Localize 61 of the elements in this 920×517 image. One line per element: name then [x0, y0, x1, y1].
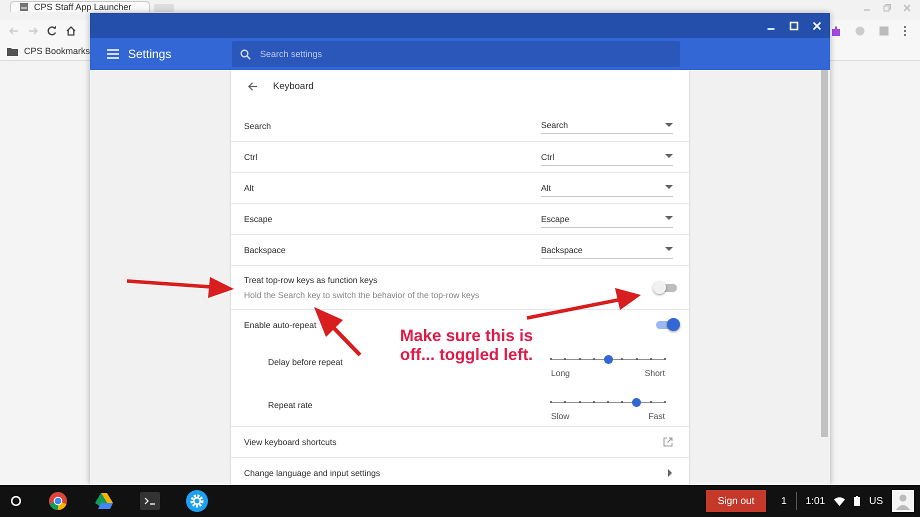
- caret-icon: [665, 216, 673, 221]
- setting-label: Repeat rate: [268, 400, 312, 410]
- reload-icon[interactable]: [46, 25, 58, 37]
- clock[interactable]: 1:01: [806, 496, 826, 506]
- terminal-icon[interactable]: [140, 492, 160, 510]
- setting-label: Search: [244, 120, 271, 130]
- external-link-icon: [663, 437, 673, 447]
- search-field[interactable]: Search settings: [232, 41, 680, 67]
- toggle-switch[interactable]: [656, 284, 677, 292]
- toggle-switch[interactable]: [656, 321, 677, 329]
- slider[interactable]: [551, 398, 665, 406]
- setting-label: Escape: [244, 214, 272, 224]
- setting-label: Backspace: [244, 245, 286, 255]
- caret-icon: [665, 122, 673, 128]
- setting-description: Hold the Search key to switch the behavior of the top-row keys: [244, 290, 480, 300]
- keyboard-layout[interactable]: US: [869, 496, 883, 506]
- tab-title: CPS Staff App Launcher: [34, 2, 132, 12]
- settings-link-row[interactable]: View keyboard shortcuts: [231, 426, 689, 457]
- browser-tab[interactable]: CPS Staff App Launcher: [10, 1, 150, 12]
- annotation-text: Make sure this is off... toggled left.: [400, 327, 533, 365]
- chevron-icon: [668, 469, 673, 477]
- setting-label: Alt: [244, 183, 254, 193]
- page-title: Keyboard: [273, 80, 314, 92]
- notification-count[interactable]: 1: [781, 496, 787, 506]
- sign-out-button[interactable]: Sign out: [706, 490, 766, 512]
- settings-icon[interactable]: [186, 490, 208, 512]
- puzzle-icon[interactable]: [830, 25, 842, 37]
- dropdown[interactable]: Escape: [541, 210, 673, 228]
- caret-icon: [665, 247, 673, 252]
- slider-max-label: Short: [644, 368, 665, 378]
- caret-icon: [665, 185, 673, 190]
- folder-icon: [7, 46, 18, 56]
- triangle-icon[interactable]: [94, 492, 114, 510]
- slider-max-label: Fast: [648, 410, 665, 420]
- menu-icon[interactable]: [107, 49, 119, 59]
- dropdown[interactable]: Search: [541, 117, 673, 134]
- launcher-icon[interactable]: [10, 495, 22, 507]
- battery-icon[interactable]: [854, 496, 860, 506]
- back-icon[interactable]: [247, 80, 258, 92]
- chrome-icon[interactable]: [48, 491, 68, 511]
- dropdown[interactable]: Ctrl: [541, 148, 673, 166]
- search-icon[interactable]: [240, 48, 251, 60]
- dropdown[interactable]: Backspace: [541, 242, 673, 258]
- page-icon: [19, 2, 29, 12]
- caret-icon: [665, 154, 673, 159]
- maximize-icon[interactable]: [789, 20, 799, 30]
- slider-min-label: Long: [551, 368, 570, 378]
- slider[interactable]: [551, 356, 665, 362]
- setting-label: Ctrl: [244, 152, 258, 162]
- search-input[interactable]: Search settings: [260, 49, 640, 59]
- setting-label: Delay before repeat: [268, 356, 343, 366]
- home-icon[interactable]: [65, 25, 77, 37]
- setting-label: Treat top-row keys as function keys: [244, 275, 378, 285]
- dropdown[interactable]: Alt: [541, 180, 673, 196]
- setting-label: Enable auto-repeat: [244, 320, 316, 330]
- more-icon[interactable]: [902, 25, 908, 37]
- app-title: Settings: [128, 47, 172, 61]
- scrollbar[interactable]: [821, 70, 828, 437]
- slider-min-label: Slow: [551, 410, 570, 420]
- bookmark-folder[interactable]: CPS Bookmarks: [7, 46, 90, 56]
- wifi-icon[interactable]: [834, 496, 846, 506]
